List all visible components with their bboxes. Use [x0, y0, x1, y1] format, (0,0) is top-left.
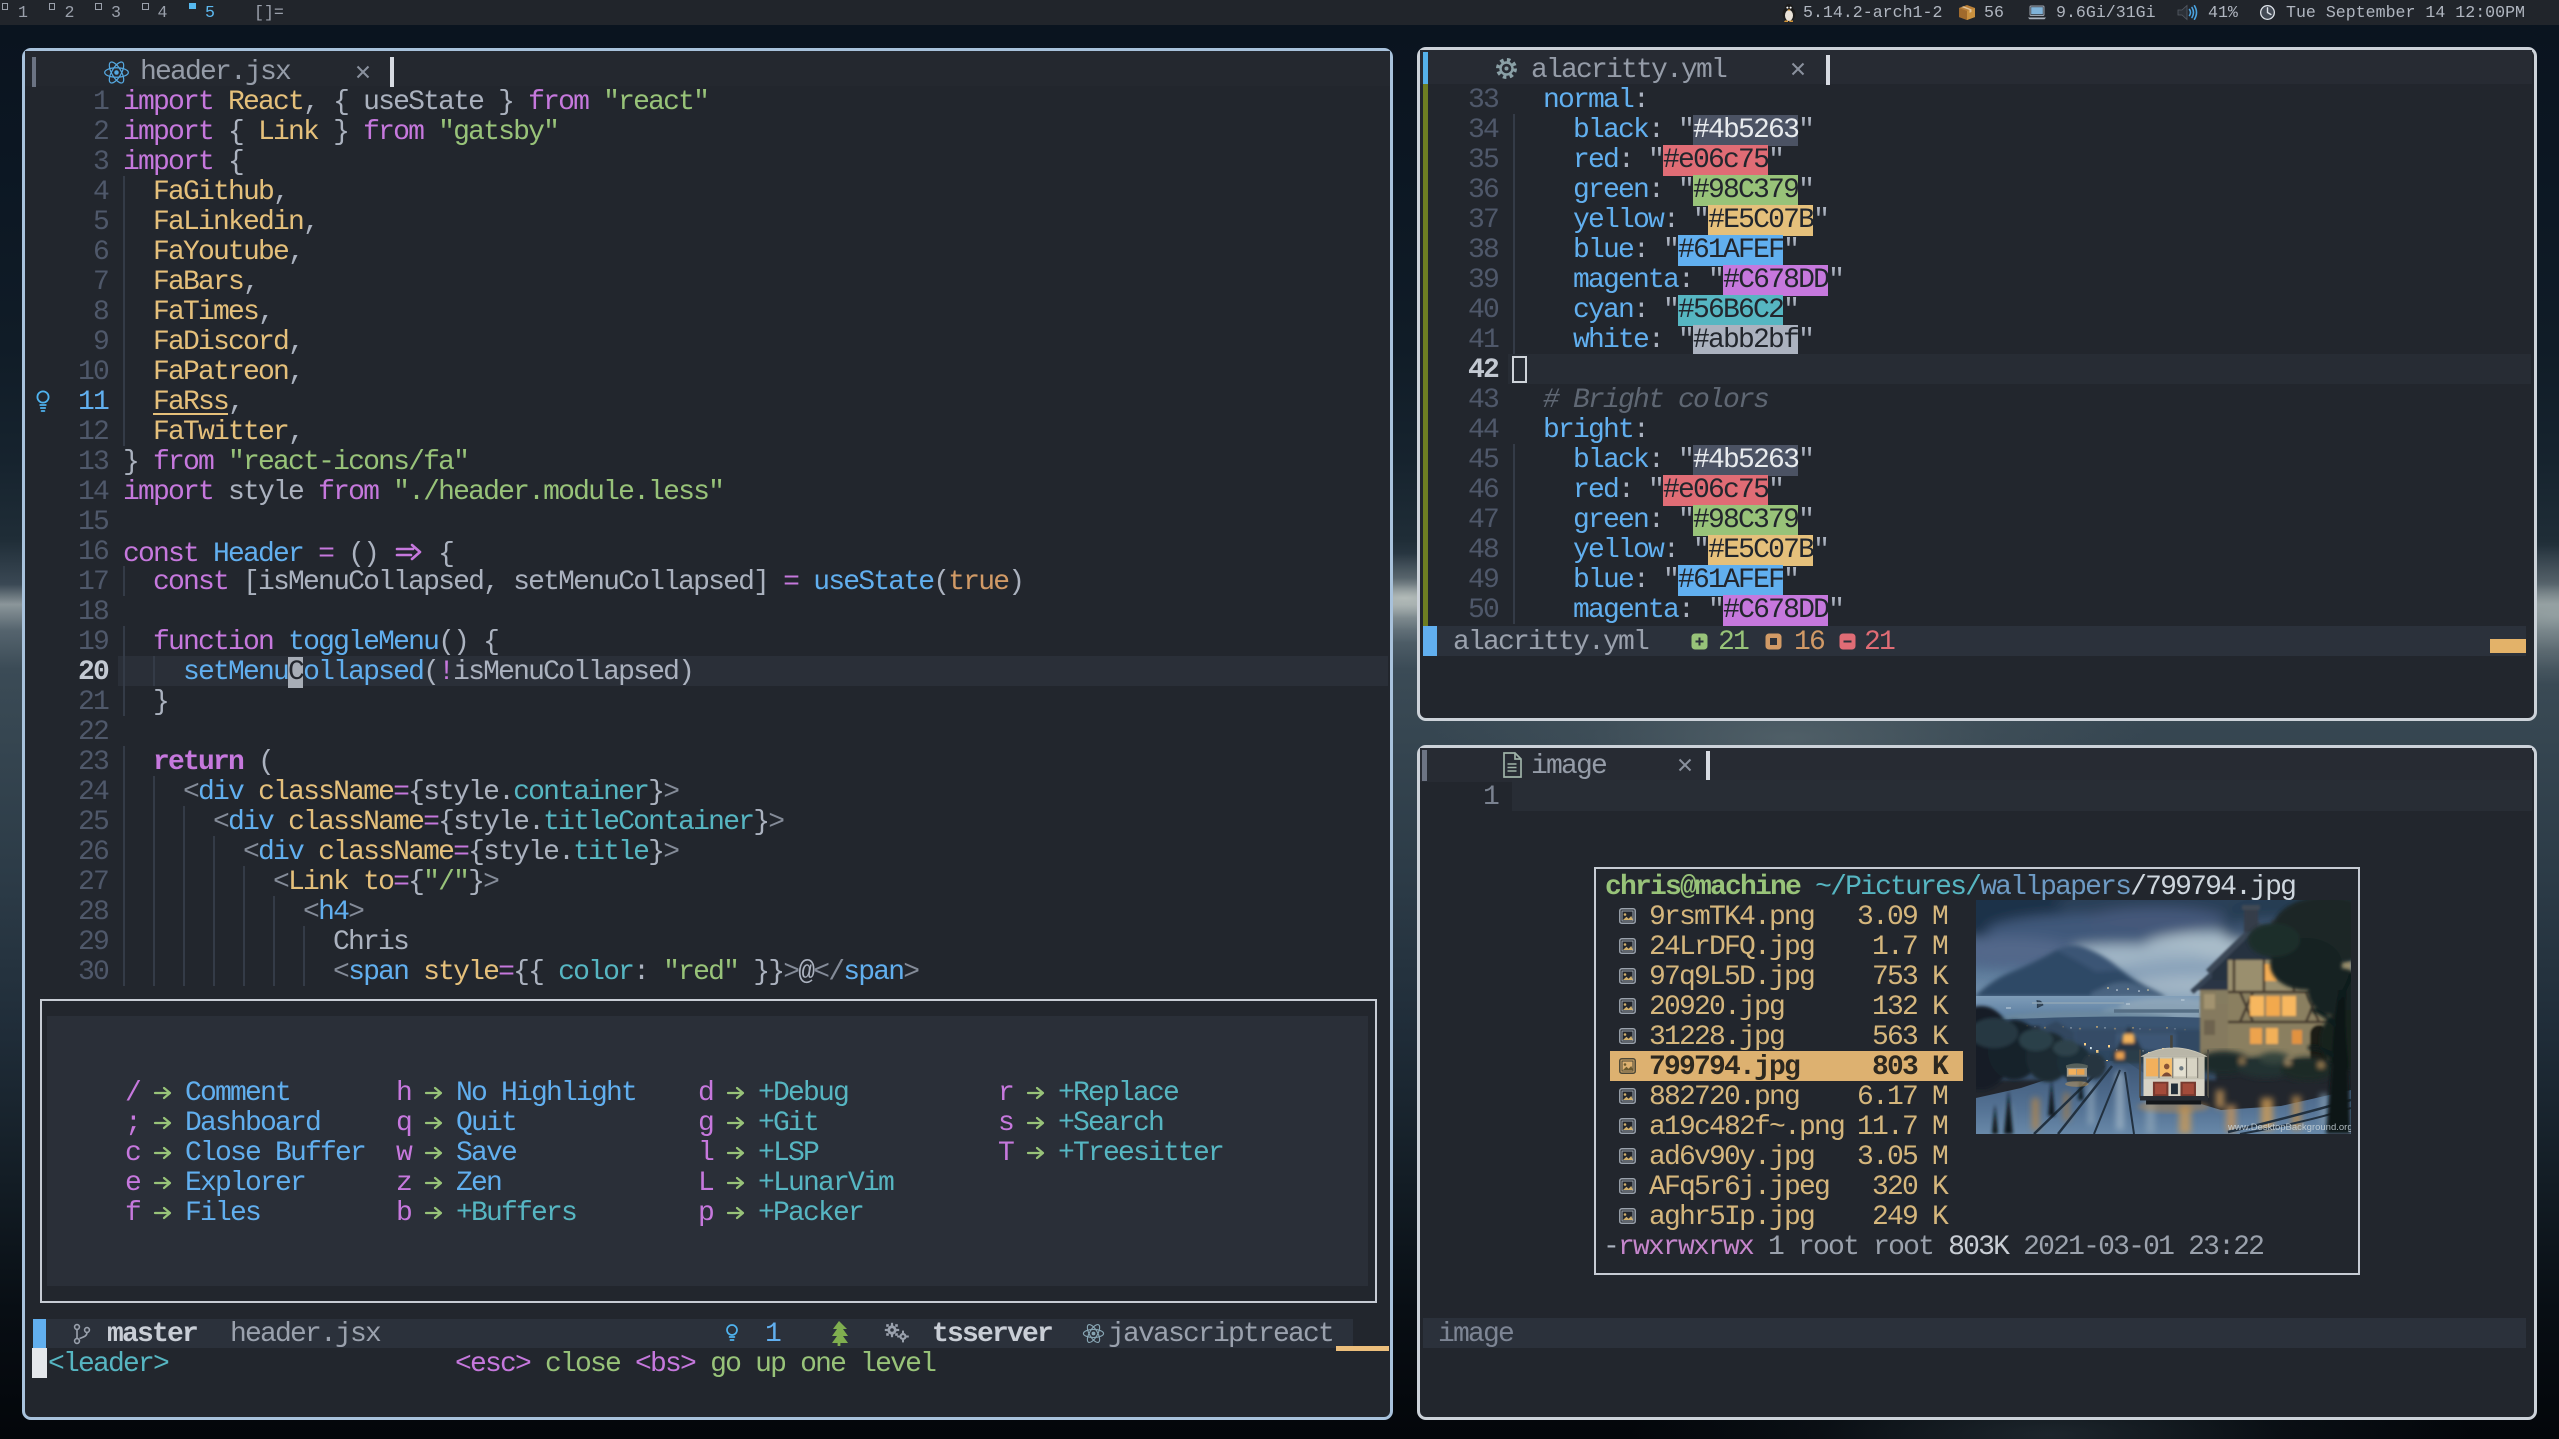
svg-text:www.DesktopBackground.org: www.DesktopBackground.org	[2227, 1122, 2351, 1133]
